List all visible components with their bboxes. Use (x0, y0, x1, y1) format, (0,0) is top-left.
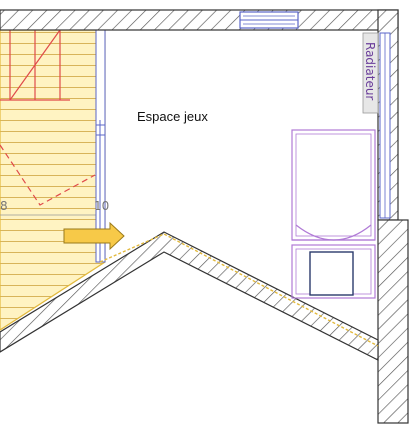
floor-plan: Radiateur 8 10 Espace jeux (0, 9, 409, 424)
dimension-label-8: 8 (0, 199, 8, 213)
window (239, 11, 299, 29)
radiator-label: Radiateur (363, 42, 377, 100)
room-label: Espace jeux (137, 109, 208, 124)
radiator: Radiateur (362, 32, 391, 219)
dimension-label-10: 10 (94, 199, 109, 213)
storage-box (309, 251, 354, 296)
partition-wall (95, 29, 106, 263)
